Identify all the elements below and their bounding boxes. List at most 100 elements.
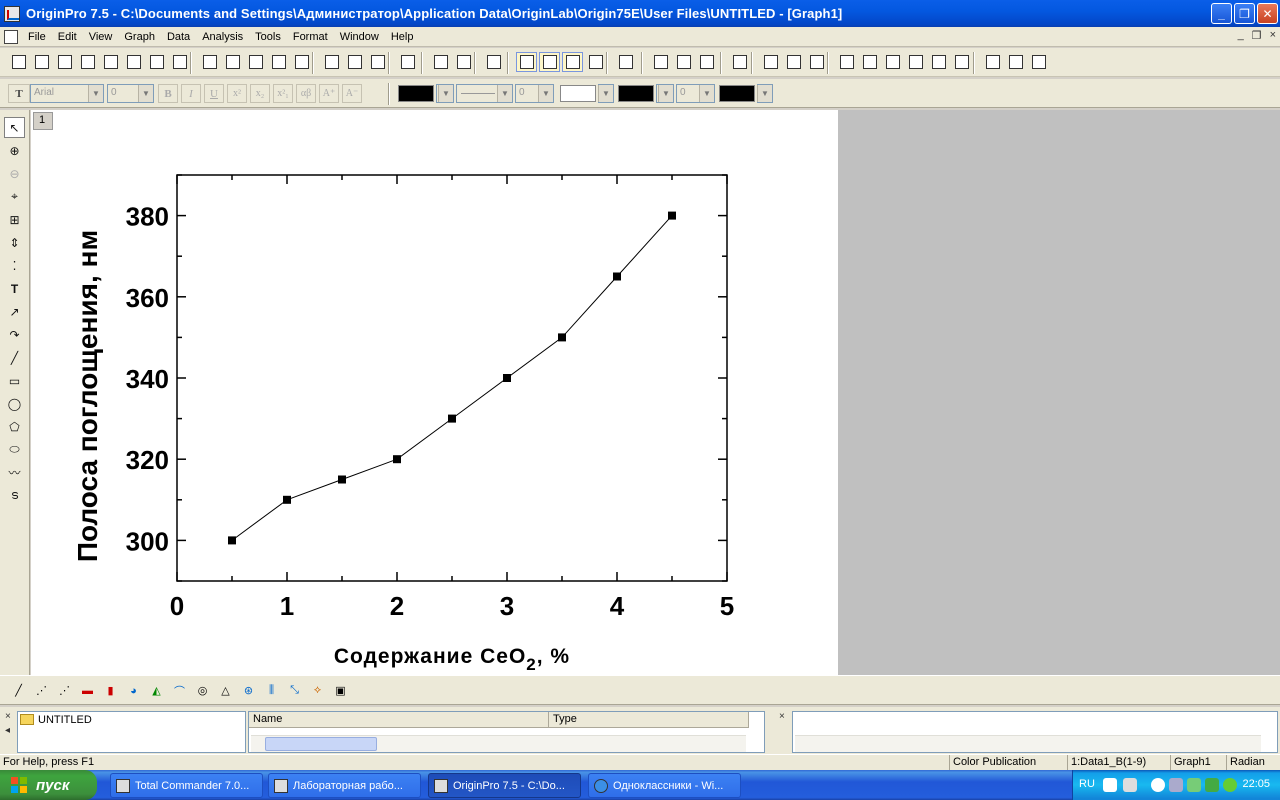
- display-icon[interactable]: [1169, 778, 1183, 792]
- superscript-button[interactable]: x²: [227, 84, 247, 103]
- task-word-document[interactable]: Лабораторная рабо...: [268, 773, 421, 798]
- freehand-tool-icon[interactable]: ട: [4, 485, 25, 506]
- text-tool-icon[interactable]: T: [4, 278, 25, 299]
- close-icon[interactable]: ×: [779, 711, 785, 722]
- increase-font-button[interactable]: A⁺: [319, 84, 339, 103]
- bold-button[interactable]: B: [158, 84, 178, 103]
- code-builder-icon[interactable]: [539, 52, 560, 72]
- chevron-down-icon[interactable]: ▼: [538, 85, 553, 102]
- axis-right-icon[interactable]: [905, 52, 926, 72]
- fill-color-dropdown[interactable]: ▼: [656, 84, 674, 103]
- font-color-dropdown[interactable]: ▼: [757, 84, 773, 103]
- minimize-button[interactable]: _: [1211, 3, 1232, 24]
- polygon-tool-icon[interactable]: ⬠: [4, 416, 25, 437]
- polar-plot-icon[interactable]: ◎: [192, 680, 213, 701]
- stats-icon[interactable]: [1005, 52, 1026, 72]
- results-log-icon[interactable]: [516, 52, 537, 72]
- scatter-plot-icon[interactable]: ⋰: [31, 680, 52, 701]
- bar-plot-icon[interactable]: ▬: [77, 680, 98, 701]
- column-plot-icon[interactable]: ▮: [100, 680, 121, 701]
- menu-data[interactable]: Data: [161, 31, 196, 43]
- graph-page[interactable]: 1 0 1 2 3 4 5 300 320 340 360 380 Содержание CeO2, …: [31, 110, 838, 675]
- chevron-left-icon[interactable]: [1151, 778, 1165, 792]
- zoom-out-icon[interactable]: ⊖: [4, 163, 25, 184]
- rectangle-tool-icon[interactable]: ▭: [4, 370, 25, 391]
- task-internet-explorer[interactable]: Одноклассники - Wi...: [588, 773, 741, 798]
- chevron-down-icon[interactable]: ▼: [699, 85, 714, 102]
- close-icon[interactable]: ×: [5, 711, 11, 722]
- menu-graph[interactable]: Graph: [118, 31, 161, 43]
- line-width-combo[interactable]: 0 ▼: [515, 84, 554, 103]
- new-notes-icon[interactable]: [169, 52, 190, 72]
- font-size-combo[interactable]: 0 ▼: [107, 84, 154, 103]
- task-originpro[interactable]: OriginPro 7.5 - C:\Do...: [428, 773, 581, 798]
- layer-contents-icon[interactable]: [615, 52, 636, 72]
- data-selector-icon[interactable]: ⇕: [4, 232, 25, 253]
- save-icon[interactable]: [268, 52, 289, 72]
- language-indicator[interactable]: RU: [1079, 778, 1095, 790]
- network-icon[interactable]: [1123, 778, 1137, 792]
- area-plot-icon[interactable]: ◭: [146, 680, 167, 701]
- fill-size-combo[interactable]: 0 ▼: [676, 84, 715, 103]
- menu-view[interactable]: View: [83, 31, 119, 43]
- rescale-icon[interactable]: [729, 52, 750, 72]
- italic-button[interactable]: I: [181, 84, 201, 103]
- duplicate-icon[interactable]: [453, 52, 474, 72]
- polyline-tool-icon[interactable]: 〰: [4, 462, 25, 483]
- chart-svg[interactable]: 0 1 2 3 4 5 300 320 340 360 380 Содержание CeO2, % П…: [31, 110, 838, 675]
- new-worksheet-icon[interactable]: [31, 52, 52, 72]
- legend-icon[interactable]: [982, 52, 1003, 72]
- open-excel-icon[interactable]: [245, 52, 266, 72]
- region-tool-icon[interactable]: ⬭: [4, 439, 25, 460]
- chevron-down-icon[interactable]: ▼: [138, 85, 153, 102]
- axis-bottom-icon[interactable]: [836, 52, 857, 72]
- decrease-font-button[interactable]: A⁻: [342, 84, 362, 103]
- fill-area-icon[interactable]: ⌒: [169, 680, 190, 701]
- menu-analysis[interactable]: Analysis: [196, 31, 249, 43]
- supsub-button[interactable]: x²₁: [273, 84, 293, 103]
- menu-file[interactable]: File: [22, 31, 52, 43]
- pointer-tool-icon[interactable]: ↖: [4, 117, 25, 138]
- axis-box-icon[interactable]: [928, 52, 949, 72]
- ternary-plot-icon[interactable]: △: [215, 680, 236, 701]
- new-function-icon[interactable]: [123, 52, 144, 72]
- pattern-swatch[interactable]: [560, 85, 596, 102]
- line-plot-icon[interactable]: ╱: [8, 680, 29, 701]
- save-template-icon[interactable]: [291, 52, 312, 72]
- column-header-name[interactable]: Name: [249, 712, 549, 728]
- line-tool-icon[interactable]: ╱: [4, 347, 25, 368]
- import-multiple-icon[interactable]: [344, 52, 365, 72]
- refresh-icon[interactable]: [430, 52, 451, 72]
- chevron-down-icon[interactable]: ▼: [88, 85, 103, 102]
- script-window-icon[interactable]: [562, 52, 583, 72]
- time-stamp-icon[interactable]: [1028, 52, 1049, 72]
- add-layer-3-icon[interactable]: [806, 52, 827, 72]
- chevron-down-icon[interactable]: ▼: [598, 85, 613, 102]
- task-total-commander[interactable]: Total Commander 7.0...: [110, 773, 263, 798]
- start-button[interactable]: пуск: [0, 770, 97, 800]
- screen-reader-icon[interactable]: ⌖: [4, 186, 25, 207]
- import-wizard-icon[interactable]: [367, 52, 388, 72]
- restore-button[interactable]: ❐: [1234, 3, 1255, 24]
- new-excel-icon[interactable]: [54, 52, 75, 72]
- scrollbar-thumb[interactable]: [265, 737, 377, 751]
- whole-page-icon[interactable]: [696, 52, 717, 72]
- open-icon[interactable]: [199, 52, 220, 72]
- zoom-in-icon[interactable]: [650, 52, 671, 72]
- circle-tool-icon[interactable]: ◯: [4, 393, 25, 414]
- underline-button[interactable]: U: [204, 84, 224, 103]
- chevron-down-icon[interactable]: ▼: [757, 85, 772, 102]
- graph-window-icon[interactable]: [4, 29, 18, 44]
- menu-help[interactable]: Help: [385, 31, 420, 43]
- subscript-button[interactable]: x₂: [250, 84, 270, 103]
- draw-data-icon[interactable]: ⁚: [4, 255, 25, 276]
- open-template-icon[interactable]: [222, 52, 243, 72]
- pie-plot-icon[interactable]: ◕: [123, 680, 144, 701]
- zoom-in-icon[interactable]: ⊕: [4, 140, 25, 161]
- antivirus-icon[interactable]: [1205, 778, 1219, 792]
- axis-left-icon[interactable]: [882, 52, 903, 72]
- axis-top-icon[interactable]: [859, 52, 880, 72]
- vector-plot-icon[interactable]: ⤡: [284, 680, 305, 701]
- waterfall-icon[interactable]: ⫼: [261, 680, 282, 701]
- font-color-swatch[interactable]: [719, 85, 755, 102]
